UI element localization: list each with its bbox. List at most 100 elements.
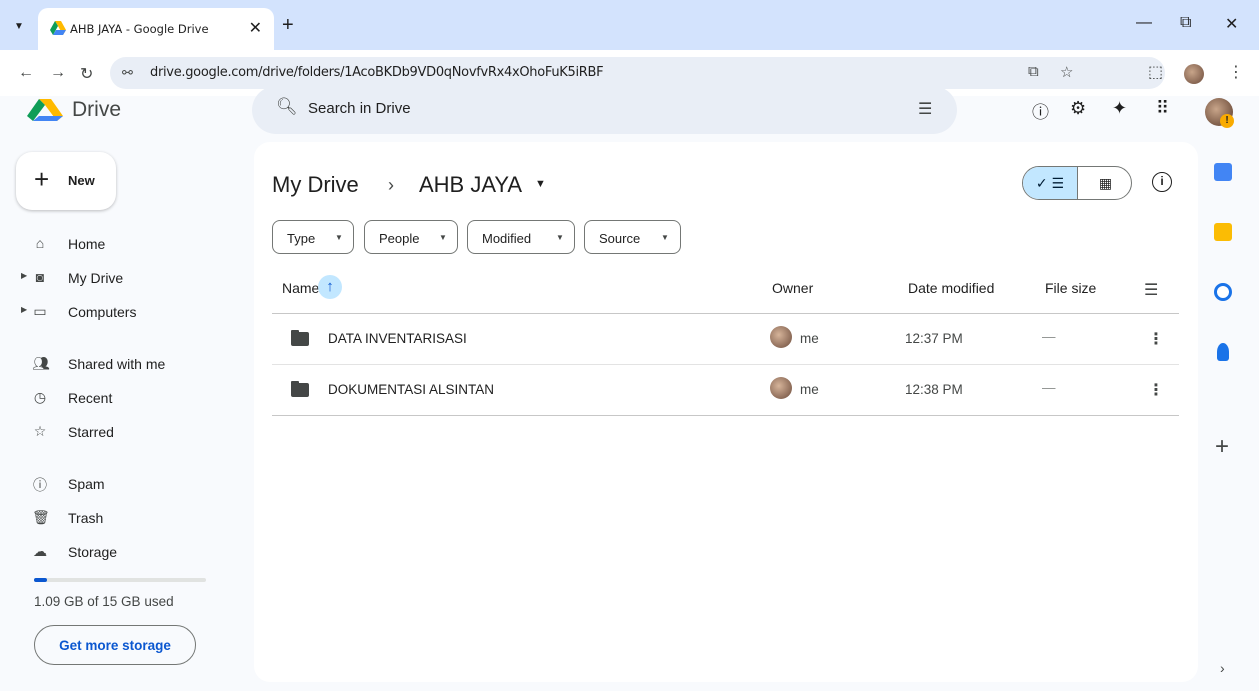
keep-icon[interactable] (1214, 223, 1232, 241)
contacts-icon[interactable] (1217, 343, 1229, 361)
trash-icon: 🗑︎ (32, 509, 50, 525)
search-icon[interactable]: 🔍︎ (276, 97, 298, 117)
sidebar-item-recent[interactable]: ◷ Recent (24, 387, 224, 411)
chip-label: People (379, 231, 420, 246)
search-input[interactable] (308, 100, 868, 117)
sidebar-item-my-drive[interactable]: ▶ ◙ My Drive (21, 267, 224, 291)
sidebar-item-label: Storage (68, 544, 118, 560)
new-button[interactable]: + New (16, 152, 116, 210)
show-side-panel-icon[interactable]: › (1220, 660, 1225, 676)
storage-meter-fill (34, 578, 47, 582)
search-bar[interactable]: 🔍︎ ☰ (252, 86, 957, 134)
grid-view-icon[interactable]: ▦ (1078, 167, 1131, 199)
settings-icon[interactable]: ⚙ (1070, 98, 1086, 119)
reload-icon[interactable]: ↻ (80, 64, 93, 84)
drive-logo-text[interactable]: Drive (72, 98, 121, 122)
tab-close-icon[interactable]: ✕ (249, 18, 262, 38)
filter-source-chip[interactable]: Source ▼ (584, 220, 681, 254)
alert-badge-icon: ! (1220, 114, 1234, 128)
sidebar-item-label: Home (68, 236, 106, 252)
google-drive-favicon-icon (50, 21, 66, 35)
chip-caret-icon: ▼ (661, 233, 669, 242)
more-actions-icon[interactable]: ⋮ (1148, 329, 1164, 349)
chrome-menu-icon[interactable]: ⋮ (1228, 62, 1244, 82)
breadcrumb-my-drive[interactable]: My Drive (272, 172, 359, 198)
more-actions-icon[interactable]: ⋮ (1148, 380, 1164, 400)
sort-ascending-icon[interactable]: ↑ (318, 275, 342, 299)
column-header-name[interactable]: Name (282, 280, 319, 296)
divider (272, 415, 1179, 416)
sidebar-item-label: Starred (68, 424, 114, 440)
chip-caret-icon: ▼ (556, 233, 564, 242)
folder-menu-caret-icon[interactable]: ▼ (535, 178, 546, 190)
date-modified: 12:38 PM (905, 382, 963, 397)
table-row[interactable]: DOKUMENTASI ALSINTAN me 12:38 PM — ⋮ (272, 365, 1179, 415)
sidebar-item-home[interactable]: ⌂ Home (24, 233, 224, 257)
filter-type-chip[interactable]: Type ▼ (272, 220, 354, 254)
sidebar-item-spam[interactable]: ⓘ Spam (24, 473, 224, 497)
breadcrumb-separator-icon: › (388, 175, 394, 195)
filter-people-chip[interactable]: People ▼ (364, 220, 458, 254)
site-info-icon[interactable]: ⚯ (122, 65, 133, 81)
address-bar[interactable]: ⚯ drive.google.com/drive/folders/1AcoBKD… (110, 57, 1165, 89)
my-drive-icon: ◙ (35, 269, 45, 285)
owner-name: me (800, 382, 819, 397)
calendar-icon[interactable] (1214, 163, 1232, 181)
computers-icon: ▭ (33, 303, 47, 319)
sort-options-icon[interactable]: ☰ (1144, 280, 1158, 300)
details-info-icon[interactable]: i (1152, 172, 1172, 192)
sidebar-item-computers[interactable]: ▶ ▭ Computers (21, 301, 224, 325)
tab-search-dropdown-icon[interactable]: ▼ (10, 18, 28, 36)
list-view-icon[interactable]: ✓ ☰ (1023, 167, 1078, 199)
sidebar-item-trash[interactable]: 🗑︎ Trash (24, 507, 224, 531)
chip-caret-icon: ▼ (439, 233, 447, 242)
restore-icon[interactable]: ⧉ (1180, 14, 1191, 32)
search-options-icon[interactable]: ☰ (918, 99, 932, 119)
column-header-owner[interactable]: Owner (772, 280, 813, 296)
sidebar-item-label: Recent (68, 390, 113, 406)
column-header-file-size[interactable]: File size (1045, 280, 1096, 296)
get-more-storage-button[interactable]: Get more storage (34, 625, 196, 665)
expand-caret-icon[interactable]: ▶ (21, 305, 27, 314)
get-addons-icon[interactable]: + (1215, 433, 1229, 461)
browser-tab[interactable]: AHB JAYA - Google Drive ✕ (38, 8, 274, 50)
breadcrumb-current-folder[interactable]: AHB JAYA (419, 172, 522, 198)
profile-avatar[interactable] (1184, 64, 1204, 84)
url-text[interactable]: drive.google.com/drive/folders/1AcoBKDb9… (150, 65, 604, 80)
storage-meter (34, 578, 206, 582)
bookmark-star-icon[interactable]: ☆ (1060, 63, 1073, 81)
column-header-date-modified[interactable]: Date modified (908, 280, 994, 296)
help-icon[interactable]: ⓘ (1032, 98, 1049, 123)
extensions-icon[interactable]: ⬚ (1148, 62, 1163, 82)
close-window-icon[interactable]: ✕ (1225, 14, 1238, 34)
clock-icon: ◷ (33, 389, 47, 405)
tasks-icon[interactable] (1214, 283, 1232, 301)
new-button-label: New (68, 173, 95, 188)
file-size: — (1042, 380, 1056, 395)
table-row[interactable]: DATA INVENTARISASI me 12:37 PM — ⋮ (272, 314, 1179, 364)
back-icon[interactable]: ← (18, 64, 34, 82)
sidebar-item-starred[interactable]: ☆ Starred (24, 421, 224, 445)
file-name[interactable]: DATA INVENTARISASI (328, 331, 467, 346)
forward-icon[interactable]: → (50, 64, 66, 82)
owner-name: me (800, 331, 819, 346)
browser-tab-strip: ▼ AHB JAYA - Google Drive ✕ + — ⧉ ✕ (0, 0, 1259, 50)
file-name[interactable]: DOKUMENTASI ALSINTAN (328, 382, 494, 397)
apps-icon[interactable]: ⠿ (1156, 98, 1169, 119)
minimize-icon[interactable]: — (1136, 14, 1152, 32)
install-app-icon[interactable]: ⧉ (1028, 63, 1039, 80)
gemini-icon[interactable]: ✦ (1112, 98, 1127, 119)
owner-avatar (770, 377, 792, 399)
plus-icon: + (34, 164, 50, 194)
new-tab-button[interactable]: + (282, 14, 294, 37)
expand-caret-icon[interactable]: ▶ (21, 271, 27, 280)
filter-modified-chip[interactable]: Modified ▼ (467, 220, 575, 254)
storage-usage-text: 1.09 GB of 15 GB used (34, 594, 174, 609)
chip-label: Modified (482, 231, 532, 246)
shared-icon: 👥︎ (32, 355, 50, 371)
sidebar-item-storage[interactable]: ☁︎ Storage (24, 541, 224, 565)
drive-logo-icon[interactable] (27, 99, 63, 121)
sidebar-item-shared[interactable]: 👥︎ Shared with me (24, 353, 224, 377)
sidebar-item-label: Spam (68, 476, 105, 492)
view-toggle: ✓ ☰ ▦ (1022, 166, 1132, 200)
